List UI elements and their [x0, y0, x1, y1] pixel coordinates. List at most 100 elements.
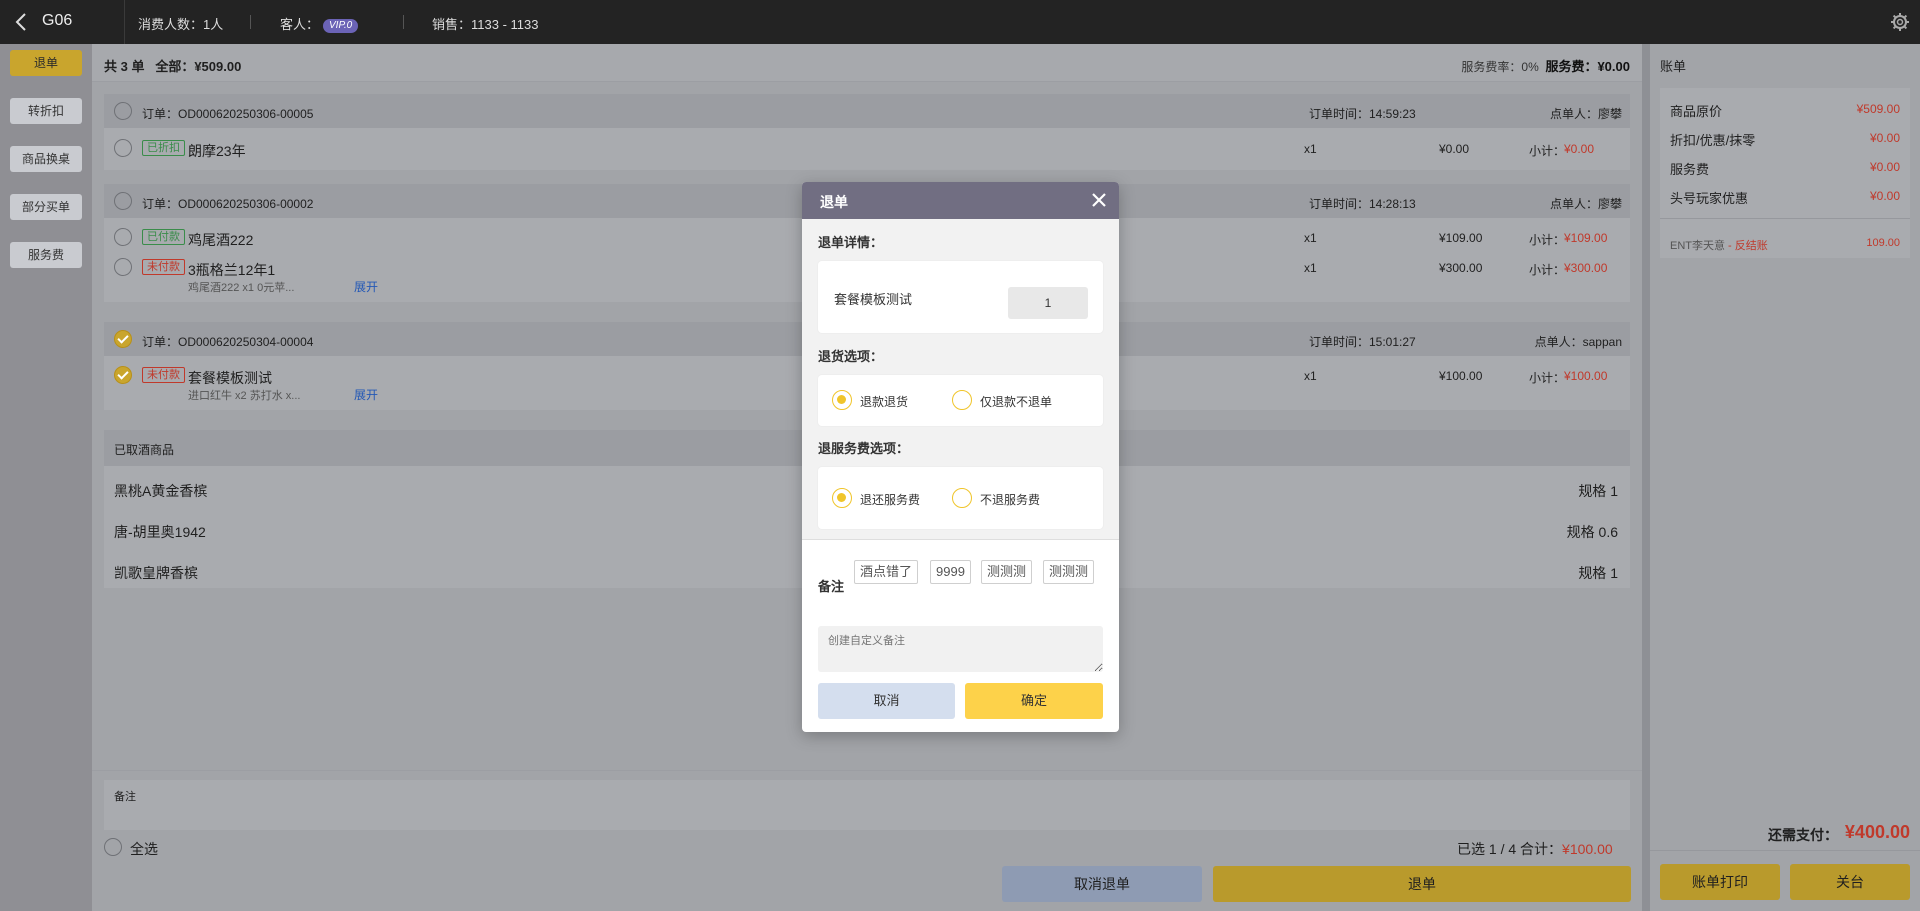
remark-chip[interactable]: 9999 [930, 560, 971, 584]
order-checkbox[interactable] [114, 192, 132, 210]
sidebar-item-refund[interactable]: 退单 [10, 50, 82, 76]
guest-info: 客人： VIP.0 [280, 14, 359, 33]
back-icon[interactable] [12, 11, 32, 33]
item-price: ¥109.00 [1439, 231, 1483, 245]
top-bar: G06 消费人数：1人 客人： VIP.0 销售：1133 - 1133 [0, 0, 1920, 44]
custom-remark-input[interactable] [818, 626, 1103, 672]
order-checkbox[interactable] [114, 102, 132, 120]
order-time: 订单时间：15:01:27 [1309, 335, 1416, 349]
gear-icon[interactable] [1890, 12, 1910, 32]
ent-value: 109.00 [1866, 237, 1900, 249]
refund-button[interactable]: 退单 [1213, 866, 1631, 902]
order-total: ¥509.00 [194, 59, 242, 74]
dialog-title: 退单 [820, 194, 848, 210]
refund-only-radio[interactable] [952, 390, 972, 410]
expand-link[interactable]: 展开 [354, 386, 378, 403]
service-fee-total: ¥0.00 [1597, 59, 1630, 74]
bill-card: 商品原价 ¥509.00 折扣/优惠/抹零 ¥0.00 服务费 ¥0.00 头号… [1660, 88, 1910, 258]
item-checkbox[interactable] [114, 228, 132, 246]
left-sidebar: 退单 转折扣 商品换桌 部分买单 服务费 [0, 44, 92, 911]
order-waiter: 点单人：廖攀 [1549, 107, 1622, 121]
select-all-checkbox[interactable] [104, 838, 122, 856]
remark-chip[interactable]: 酒点错了 [854, 560, 919, 584]
close-table-button[interactable]: 关台 [1790, 864, 1910, 900]
keep-service-fee-radio[interactable] [952, 488, 972, 508]
cancel-button[interactable]: 取消 [818, 683, 955, 719]
sidebar-item-discount[interactable]: 转折扣 [10, 98, 82, 124]
status-badge: 已折扣 [142, 140, 185, 156]
cancel-refund-button[interactable]: 取消退单 [1002, 866, 1202, 902]
print-bill-button[interactable]: 账单打印 [1660, 864, 1780, 900]
picked-item-spec: 规格 0.6 [1566, 524, 1618, 540]
order-waiter: 点单人：廖攀 [1549, 197, 1622, 211]
status-badge: 未付款 [142, 259, 185, 275]
bill-row-label: 折扣/优惠/抹零 [1670, 133, 1756, 148]
order-time: 订单时间：14:59:23 [1309, 107, 1416, 121]
refund-only-label: 仅退款不退单 [980, 395, 1053, 409]
ent-record: ENT李天意 - 反结账 [1670, 240, 1768, 252]
need-pay-label: 还需支付： [1768, 827, 1838, 843]
item-checkbox[interactable] [114, 366, 132, 384]
order-summary: 共 3 单 全部：¥509.00 服务费率：0% 服务费：¥0.00 [92, 44, 1642, 82]
item-name: 3瓶格兰12年1 [188, 262, 276, 278]
remark-area[interactable]: 备注 [104, 780, 1630, 830]
sidebar-item-change-table[interactable]: 商品换桌 [10, 146, 82, 172]
remark-chip[interactable]: 测测测 [1043, 560, 1095, 584]
sidebar-item-service-fee[interactable]: 服务费 [10, 242, 82, 268]
selected-total: ¥100.00 [1562, 841, 1613, 857]
item-subtotal: ¥300.00 [1564, 261, 1608, 275]
dialog-header: 退单 [802, 182, 1119, 219]
service-fee-option-box: 退还服务费 不退服务费 [818, 467, 1103, 529]
refund-detail-box: 套餐模板测试 1 [818, 261, 1103, 333]
item-qty: x1 [1304, 369, 1317, 383]
refund-item-name: 套餐模板测试 [834, 292, 913, 307]
picked-item-spec: 规格 1 [1578, 565, 1618, 581]
sidebar-item-partial-pay[interactable]: 部分买单 [10, 194, 82, 220]
order-checkbox[interactable] [114, 330, 132, 348]
ent-status[interactable]: - 反结账 [1725, 240, 1768, 252]
close-icon[interactable] [1091, 192, 1107, 208]
item-price: ¥100.00 [1439, 369, 1483, 383]
item-subtotal: ¥0.00 [1564, 142, 1595, 156]
item-price: ¥300.00 [1439, 261, 1483, 275]
return-option-box: 退款退货 仅退款不退单 [818, 375, 1103, 426]
expand-link[interactable]: 展开 [354, 278, 378, 295]
item-sub-detail: 鸡尾酒222 x1 0元苹... [188, 282, 295, 294]
sales-range: 销售：1133 - 1133 [432, 17, 539, 32]
item-name: 套餐模板测试 [188, 370, 272, 386]
item-qty: x1 [1304, 261, 1317, 275]
item-name: 鸡尾酒222 [188, 232, 254, 248]
bill-row-label: 头号玩家优惠 [1670, 191, 1749, 206]
remark-chip[interactable]: 测测测 [981, 560, 1033, 584]
need-pay-amount: ¥400.00 [1844, 822, 1910, 842]
bill-row-label: 服务费 [1670, 162, 1710, 177]
table-number: G06 [42, 12, 73, 29]
item-sub-detail: 进口红牛 x2 苏打水 x... [188, 390, 301, 402]
refund-dialog: 退单 退单详情： 套餐模板测试 1 退货选项： 退款退货 仅退款不退单 退服务费… [802, 182, 1119, 732]
item-qty: x1 [1304, 231, 1317, 245]
order-count: 共 3 单 [104, 59, 145, 74]
bill-row-value: ¥0.00 [1869, 189, 1900, 203]
return-service-fee-radio[interactable] [832, 488, 852, 508]
picked-item-name: 凯歌皇牌香槟 [114, 565, 198, 581]
refund-qty-input[interactable]: 1 [1008, 287, 1088, 319]
order-id: 订单：OD000620250306-00005 [142, 107, 314, 121]
picked-item-name: 唐-胡里奥1942 [114, 524, 206, 540]
item-name: 朗摩23年 [188, 143, 246, 159]
item-checkbox[interactable] [114, 258, 132, 276]
bill-row-label: 商品原价 [1670, 104, 1723, 119]
item-checkbox[interactable] [114, 139, 132, 157]
order-time: 订单时间：14:28:13 [1309, 197, 1416, 211]
bill-row-value: ¥509.00 [1856, 102, 1900, 116]
bill-panel: 账单 商品原价 ¥509.00 折扣/优惠/抹零 ¥0.00 服务费 ¥0.00… [1650, 44, 1920, 911]
refund-detail-label: 退单详情： [818, 235, 884, 250]
vip-badge: VIP.0 [323, 18, 359, 33]
service-fee-option-label: 退服务费选项： [818, 441, 910, 456]
bill-title: 账单 [1660, 59, 1687, 74]
confirm-button[interactable]: 确定 [965, 683, 1103, 719]
remark-label: 备注 [114, 791, 136, 803]
return-refund-goods-radio[interactable] [832, 390, 852, 410]
order-id: 订单：OD000620250306-00002 [142, 197, 314, 211]
item-price: ¥0.00 [1439, 142, 1470, 156]
bill-row-value: ¥0.00 [1869, 131, 1900, 145]
